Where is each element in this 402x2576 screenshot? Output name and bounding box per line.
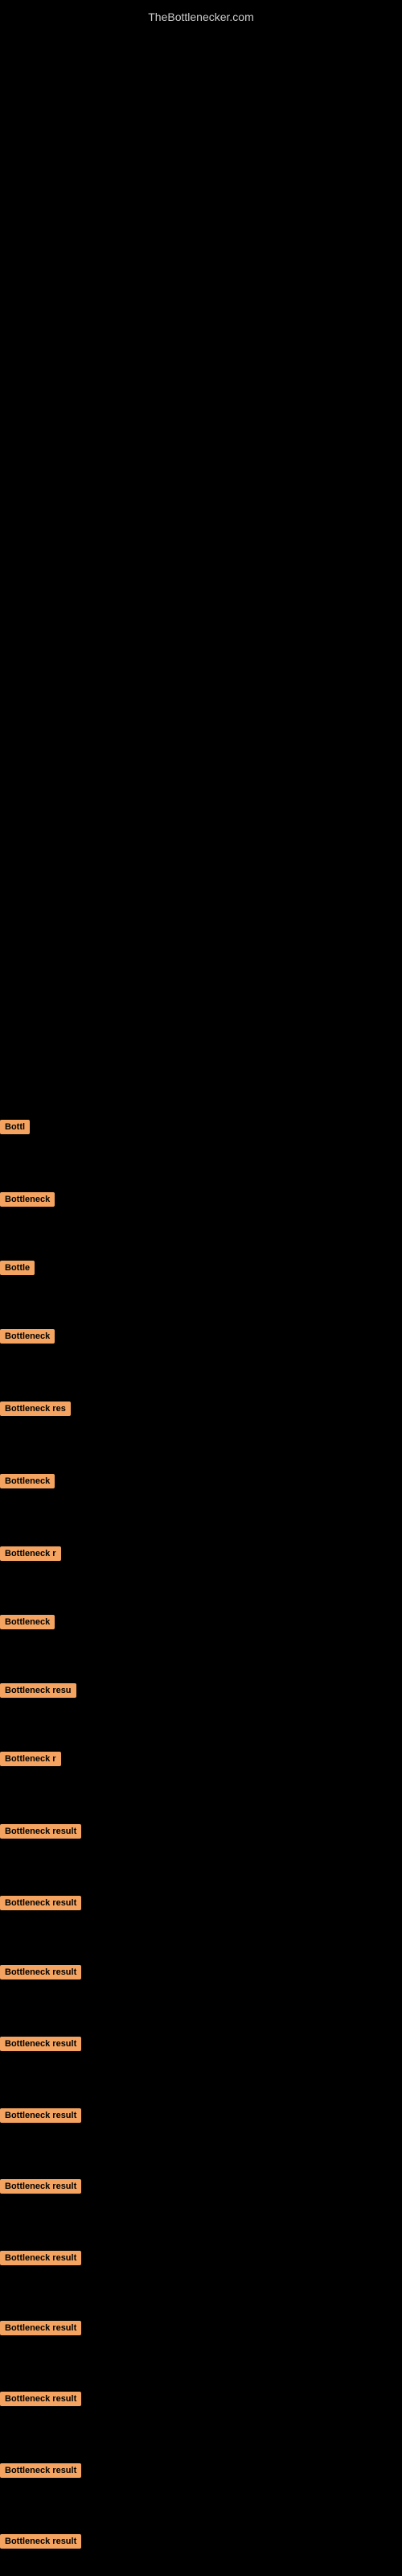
bottleneck-result-badge: Bottleneck result [0, 1824, 81, 1839]
bottleneck-badge-item: Bottleneck result [0, 2250, 81, 2265]
bottleneck-badge-item: Bottleneck result [0, 1823, 81, 1839]
bottleneck-result-badge: Bottleneck r [0, 1752, 61, 1766]
bottleneck-badge-item: Bottleneck [0, 1191, 55, 1207]
bottleneck-result-badge: Bottleneck result [0, 2534, 81, 2549]
bottleneck-result-badge: Bottleneck [0, 1192, 55, 1207]
bottleneck-result-badge: Bottleneck result [0, 2108, 81, 2123]
bottleneck-badge-item: Bottleneck [0, 1473, 55, 1488]
bottleneck-badge-item: Bottl [0, 1119, 30, 1134]
bottleneck-badge-item: Bottleneck result [0, 2107, 81, 2123]
bottleneck-badge-item: Bottleneck resu [0, 1682, 76, 1698]
bottleneck-result-badge: Bottleneck [0, 1329, 55, 1344]
bottleneck-result-badge: Bottleneck res [0, 1402, 71, 1416]
bottleneck-badge-item: Bottleneck res [0, 1401, 71, 1416]
bottleneck-badge-item: Bottleneck result [0, 2533, 81, 2549]
bottleneck-badge-item: Bottleneck r [0, 1546, 61, 1561]
bottleneck-result-badge: Bottleneck result [0, 2251, 81, 2265]
bottleneck-result-badge: Bottleneck result [0, 2179, 81, 2194]
bottleneck-badge-item: Bottleneck result [0, 1964, 81, 1979]
bottleneck-result-badge: Bottleneck [0, 1615, 55, 1629]
bottleneck-badge-item: Bottleneck result [0, 2462, 81, 2478]
bottleneck-badge-item: Bottleneck [0, 1328, 55, 1344]
site-title: TheBottlenecker.com [0, 4, 402, 30]
bottleneck-result-badge: Bottle [0, 1261, 35, 1275]
bottleneck-badge-item: Bottleneck [0, 1614, 55, 1629]
bottleneck-result-badge: Bottl [0, 1120, 30, 1134]
bottleneck-result-badge: Bottleneck resu [0, 1683, 76, 1698]
bottleneck-result-badge: Bottleneck result [0, 1896, 81, 1910]
bottleneck-result-badge: Bottleneck result [0, 1965, 81, 1979]
bottleneck-result-badge: Bottleneck result [0, 2037, 81, 2051]
bottleneck-badge-item: Bottleneck result [0, 2178, 81, 2194]
bottleneck-badge-item: Bottleneck r [0, 1751, 61, 1766]
bottleneck-badge-item: Bottleneck result [0, 1895, 81, 1910]
bottleneck-result-badge: Bottleneck result [0, 2392, 81, 2406]
bottleneck-result-badge: Bottleneck result [0, 2463, 81, 2478]
bottleneck-badge-item: Bottleneck result [0, 2036, 81, 2051]
bottleneck-result-badge: Bottleneck r [0, 1546, 61, 1561]
bottleneck-result-badge: Bottleneck result [0, 2321, 81, 2335]
bottleneck-result-badge: Bottleneck [0, 1474, 55, 1488]
bottleneck-badge-item: Bottle [0, 1260, 35, 1275]
bottleneck-badge-item: Bottleneck result [0, 2391, 81, 2406]
bottleneck-badge-item: Bottleneck result [0, 2320, 81, 2335]
